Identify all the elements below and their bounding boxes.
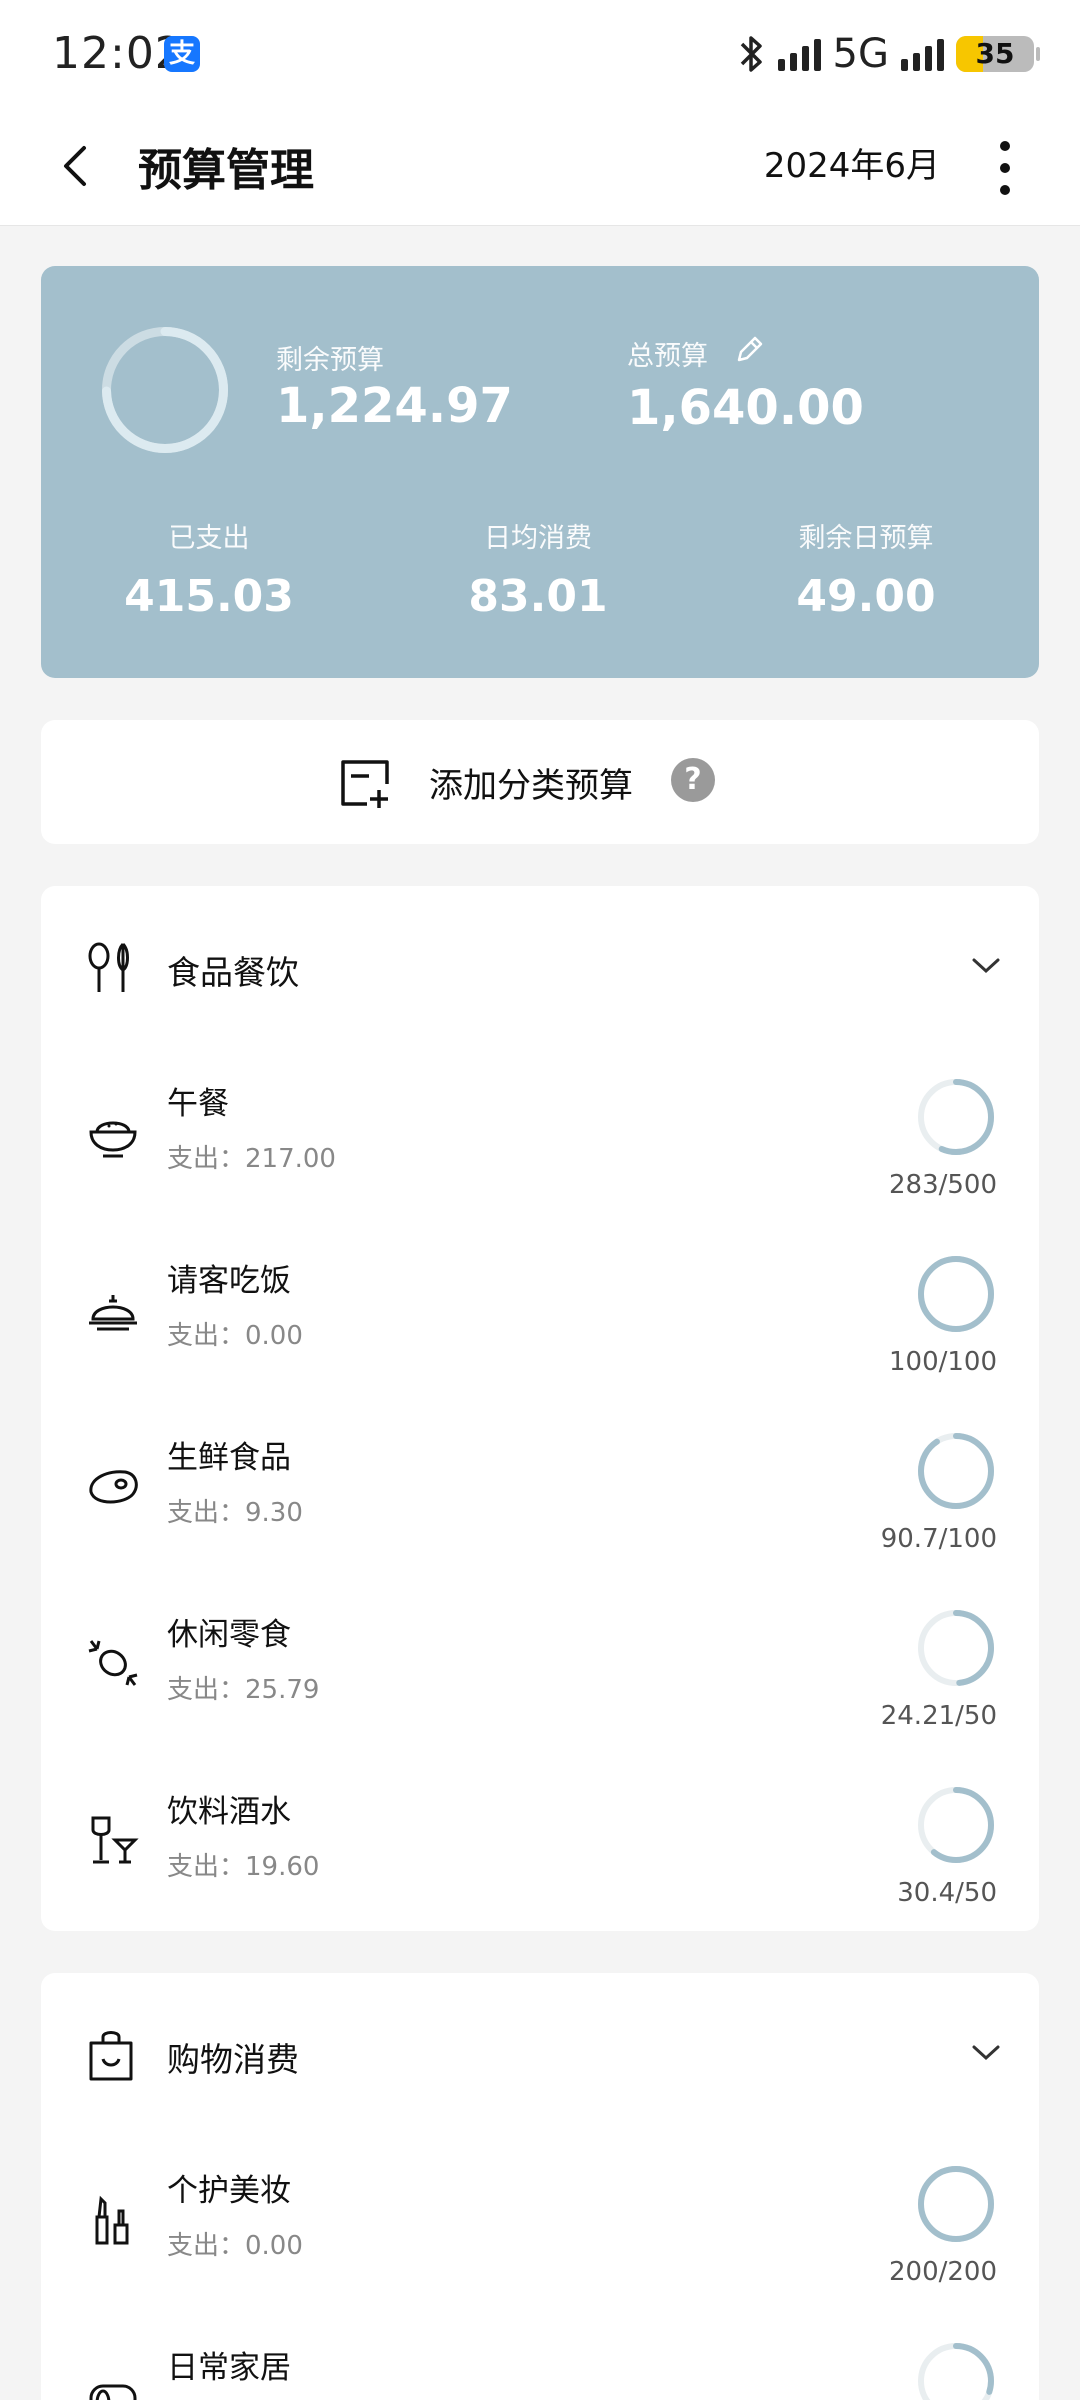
spent-value: 415.03 bbox=[124, 571, 294, 622]
wine-glass-icon bbox=[91, 1816, 139, 1864]
budget-progress-ring bbox=[918, 1787, 994, 1863]
network-type: 5G bbox=[832, 31, 889, 77]
category-name: 食品餐饮 bbox=[167, 953, 299, 992]
app-header: 预算管理 2024年6月 bbox=[0, 108, 1080, 226]
chevron-down-icon[interactable] bbox=[971, 956, 1001, 976]
daily-remaining-stat: 剩余日预算 49.00 bbox=[736, 516, 996, 622]
budget-item-household[interactable]: 日常家居 bbox=[41, 2312, 1039, 2400]
item-name: 日常家居 bbox=[167, 2350, 291, 2386]
signal-icon-2 bbox=[901, 37, 944, 71]
alipay-notification-icon: 支 bbox=[164, 36, 200, 72]
budget-item-drinks[interactable]: 饮料酒水 支出：19.60 30.4/50 bbox=[41, 1756, 1039, 1933]
ring-progress-arc bbox=[918, 2166, 994, 2242]
battery-icon: 35 bbox=[956, 36, 1034, 72]
meat-icon bbox=[89, 1470, 138, 1504]
shopping-bag-icon bbox=[89, 2031, 133, 2081]
more-options-button[interactable] bbox=[990, 128, 1020, 208]
status-bar: 12:02 支 5G 35 bbox=[0, 0, 1080, 108]
help-icon[interactable]: ? bbox=[671, 758, 715, 802]
battery-level: 35 bbox=[975, 37, 1015, 70]
total-budget-value: 1,640.00 bbox=[627, 380, 864, 436]
ring-progress-arc bbox=[918, 1433, 994, 1509]
budget-item-snacks[interactable]: 休闲零食 支出：25.79 24.21/50 bbox=[41, 1579, 1039, 1756]
spent-stat: 已支出 415.03 bbox=[79, 516, 339, 622]
item-spent: 支出：19.60 bbox=[167, 1852, 320, 1882]
item-name: 请客吃饭 bbox=[167, 1263, 291, 1299]
item-spent: 支出：25.79 bbox=[167, 1675, 320, 1705]
item-name: 休闲零食 bbox=[167, 1617, 291, 1653]
daily-avg-label: 日均消费 bbox=[484, 523, 592, 554]
back-arrow-icon bbox=[64, 146, 86, 186]
remaining-budget-ring bbox=[102, 327, 228, 453]
budget-item-fresh-food[interactable]: 生鲜食品 支出：9.30 90.7/100 bbox=[41, 1402, 1039, 1579]
spent-label: 已支出 bbox=[168, 523, 250, 554]
remaining-budget-label: 剩余预算 bbox=[276, 345, 384, 376]
item-ratio: 30.4/50 bbox=[897, 1878, 997, 1908]
budget-item-treat[interactable]: 请客吃饭 支出：0.00 100/100 bbox=[41, 1225, 1039, 1402]
item-spent: 支出：9.30 bbox=[167, 1498, 303, 1528]
edit-icon[interactable] bbox=[731, 332, 767, 368]
candy-icon bbox=[88, 1640, 138, 1686]
budget-progress-ring bbox=[918, 2343, 994, 2400]
item-spent: 支出：0.00 bbox=[167, 2231, 303, 2261]
ring-progress-arc bbox=[918, 1256, 994, 1332]
remaining-budget-value: 1,224.97 bbox=[276, 378, 513, 434]
chevron-down-icon[interactable] bbox=[971, 2043, 1001, 2063]
dish-cover-icon bbox=[89, 1295, 137, 1331]
total-budget-label: 总预算 bbox=[627, 341, 708, 372]
add-category-budget-button[interactable]: 添加分类预算 ? bbox=[41, 720, 1039, 844]
budget-progress-ring bbox=[918, 1610, 994, 1686]
bluetooth-icon bbox=[740, 36, 762, 72]
signal-icon bbox=[777, 37, 821, 71]
cosmetics-icon bbox=[95, 2195, 129, 2245]
fork-spoon-icon bbox=[88, 942, 129, 992]
daily-remaining-label: 剩余日预算 bbox=[798, 523, 934, 554]
item-name: 个护美妆 bbox=[167, 2173, 291, 2209]
budget-summary-card[interactable]: 剩余预算 1,224.97 总预算 1,640.00 已支出 415.03 日均… bbox=[41, 266, 1039, 678]
battery-tip bbox=[1036, 47, 1040, 61]
budget-progress-ring bbox=[918, 1256, 994, 1332]
category-name: 购物消费 bbox=[167, 2040, 299, 2079]
item-ratio: 90.7/100 bbox=[880, 1524, 997, 1554]
item-ratio: 24.21/50 bbox=[880, 1701, 997, 1731]
item-name: 午餐 bbox=[167, 1086, 229, 1122]
month-selector[interactable]: 2024年6月 bbox=[764, 138, 940, 187]
item-ratio: 283/500 bbox=[888, 1170, 997, 1200]
budget-item-lunch[interactable]: 午餐 支出：217.00 283/500 bbox=[41, 1048, 1039, 1225]
item-ratio: 200/200 bbox=[888, 2257, 997, 2287]
add-category-icon bbox=[341, 760, 389, 808]
item-name: 生鲜食品 bbox=[167, 1440, 291, 1476]
daily-remaining-value: 49.00 bbox=[796, 571, 936, 622]
category-card-food: 食品餐饮 午餐 支出：217.00 283/500 请客吃饭 支出：0.00 1… bbox=[41, 886, 1039, 1931]
daily-avg-stat: 日均消费 83.01 bbox=[408, 516, 668, 622]
budget-progress-ring bbox=[918, 1079, 994, 1155]
daily-avg-value: 83.01 bbox=[468, 571, 608, 622]
item-spent: 支出：217.00 bbox=[167, 1144, 336, 1174]
add-category-label: 添加分类预算 bbox=[429, 766, 633, 806]
status-icons: 5G 35 bbox=[738, 30, 1040, 78]
category-header-food[interactable]: 食品餐饮 bbox=[41, 886, 1039, 1048]
category-header-shopping[interactable]: 购物消费 bbox=[41, 1973, 1039, 2135]
item-ratio: 100/100 bbox=[888, 1347, 997, 1377]
page-title: 预算管理 bbox=[138, 145, 314, 196]
rice-bowl-icon bbox=[89, 1121, 137, 1158]
back-button[interactable] bbox=[48, 136, 108, 196]
category-card-shopping: 购物消费 个护美妆 支出：0.00 200/200 日常家居 bbox=[41, 1973, 1039, 2400]
budget-progress-ring bbox=[918, 2166, 994, 2242]
item-spent: 支出：0.00 bbox=[167, 1321, 303, 1351]
item-name: 饮料酒水 bbox=[167, 1794, 291, 1830]
toilet-paper-icon bbox=[89, 2384, 137, 2400]
budget-progress-ring bbox=[918, 1433, 994, 1509]
budget-item-personal-care[interactable]: 个护美妆 支出：0.00 200/200 bbox=[41, 2135, 1039, 2312]
